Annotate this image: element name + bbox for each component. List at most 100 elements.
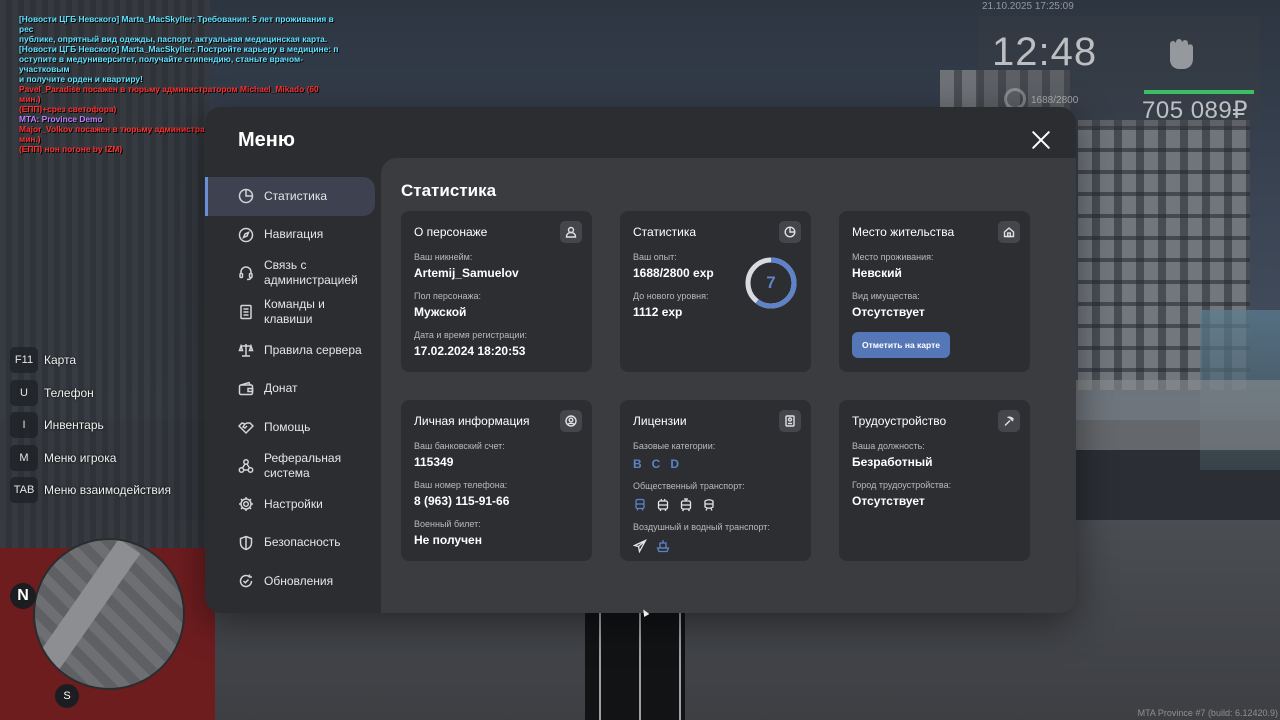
key-cap: F11	[10, 347, 38, 373]
key-cap: I	[10, 412, 38, 439]
minimap	[33, 538, 185, 690]
key-label: Карта	[44, 353, 77, 367]
hud-exp: 1688/2800	[1031, 95, 1079, 106]
nav-label: Обновления	[264, 573, 334, 588]
pickaxe-icon	[998, 410, 1020, 432]
key-hints: F11 Карта U Телефон I Инвентарь M Меню и…	[10, 347, 171, 510]
field-label: Место проживания:	[852, 252, 934, 262]
nav-item-contact-admin[interactable]: Связь с администрацией	[205, 254, 375, 293]
license-category: D	[670, 457, 680, 471]
build-info: MTA Province #7 (build: 6.12420.9)	[1137, 708, 1278, 718]
user-circle-icon	[560, 410, 582, 432]
id-card-icon	[779, 410, 801, 432]
field-value: Отсутствует	[852, 494, 925, 508]
card-residence: Место жительства Место проживания: Невск…	[839, 211, 1030, 372]
nav-item-statistics[interactable]: Статистика	[205, 177, 375, 216]
nav-item-donate[interactable]: Донат	[205, 370, 375, 409]
sidewalk	[1076, 380, 1280, 450]
hud-money: 705 089₽	[1142, 97, 1249, 124]
chat-line: оступите в медуниверситет, получайте сти…	[19, 54, 304, 74]
field-label: Вид имущества:	[852, 291, 920, 301]
nav-item-rules[interactable]: Правила сервера	[205, 331, 375, 370]
nav-item-referral[interactable]: Реферальная система	[205, 447, 375, 486]
key-cap: U	[10, 379, 38, 406]
nav-label: Настройки	[264, 496, 323, 511]
base-categories: B C D	[633, 457, 798, 471]
card-statistics: Статистика Ваш опыт: 1688/2800 exp До но…	[620, 211, 811, 372]
nav-item-security[interactable]: Безопасность	[205, 524, 375, 563]
field-value: 17.02.2024 18:20:53	[414, 344, 526, 358]
metro-icon	[702, 498, 716, 512]
hud-date: 21.10.2025 17:25:09	[982, 1, 1074, 12]
level-progress-ring: 7	[744, 256, 798, 310]
nav-label: Донат	[264, 381, 298, 396]
close-icon[interactable]	[1031, 130, 1051, 150]
public-transport-licenses	[633, 498, 798, 512]
mark-on-map-button[interactable]: Отметить на карте	[852, 332, 950, 358]
field-label: Пол персонажа:	[414, 291, 482, 301]
license-category: C	[651, 457, 661, 471]
field-label: Базовые категории:	[633, 441, 716, 451]
nav-item-settings[interactable]: Настройки	[205, 485, 375, 524]
field-value: Artemij_Samuelov	[414, 266, 519, 280]
card-personal-info: Личная информация Ваш банковский счет: 1…	[401, 400, 592, 561]
network-icon	[238, 458, 254, 474]
nav-label: Реферальная система	[264, 450, 342, 480]
wallet-icon	[238, 381, 254, 397]
nav-label: Помощь	[264, 419, 311, 434]
health-bar	[1144, 90, 1254, 94]
chat-line: и получите орден и квартиру!	[19, 74, 143, 84]
south-marker: S	[55, 684, 79, 708]
key-hint-player-menu: M Меню игрока	[10, 444, 171, 471]
headset-icon	[238, 265, 254, 281]
nav-item-commands[interactable]: Команды и клавиши	[205, 293, 375, 332]
license-category: B	[633, 457, 642, 471]
card-title: Место жительства	[852, 225, 955, 239]
chat-line: публике, опрятный вид одежды, паспорт, а…	[19, 34, 328, 44]
field-value: Не получен	[414, 533, 482, 547]
field-value: Невский	[852, 266, 902, 280]
field-label: Военный билет:	[414, 519, 481, 529]
key-hint-inventory: I Инвентарь	[10, 412, 171, 439]
card-title: Личная информация	[414, 414, 530, 428]
hud-time: 12:48	[992, 30, 1098, 74]
chat-line: [Новости ЦГБ Невского] Marta_MacSkyller:…	[19, 14, 334, 34]
bus-icon	[633, 498, 647, 512]
refresh-check-icon	[238, 573, 254, 589]
nav-item-help[interactable]: Помощь	[205, 408, 375, 447]
pie-chart-icon	[238, 188, 254, 204]
compass-icon	[238, 227, 254, 243]
key-hint-interaction-menu: TAB Меню взаимодействия	[10, 477, 171, 504]
gear-icon	[238, 496, 254, 512]
plane-icon	[633, 539, 647, 553]
tram-icon	[679, 498, 693, 512]
field-label: Ваш номер телефона:	[414, 480, 508, 490]
field-label: Воздушный и водный транспорт:	[633, 522, 770, 532]
field-label: Общественный транспорт:	[633, 481, 745, 491]
key-cap: TAB	[10, 477, 38, 504]
menu-title: Меню	[238, 129, 295, 151]
nav-item-navigation[interactable]: Навигация	[205, 216, 375, 255]
field-label: Ваша должность:	[852, 441, 925, 451]
field-label: Ваш банковский счет:	[414, 441, 505, 451]
key-hint-phone: U Телефон	[10, 379, 171, 406]
handshake-icon	[238, 419, 254, 435]
menu-sidebar: Статистика Навигация Связь с администрац…	[205, 177, 381, 601]
fist-icon	[1160, 34, 1200, 74]
level-number: 7	[766, 273, 776, 292]
key-hint-map: F11 Карта	[10, 347, 171, 373]
nav-label: Навигация	[264, 227, 324, 242]
scales-icon	[238, 342, 254, 358]
card-title: О персонаже	[414, 225, 488, 239]
field-label: Город трудоустройства:	[852, 480, 952, 490]
nav-item-updates[interactable]: Обновления	[205, 562, 375, 601]
field-value: 115349	[414, 455, 454, 469]
player-character	[585, 612, 685, 720]
nav-label: Статистика	[264, 188, 328, 203]
card-title: Статистика	[633, 225, 697, 239]
north-marker: N	[10, 583, 36, 609]
boat-icon	[656, 539, 670, 553]
card-character: О персонаже Ваш никнейм: Artemij_Samuelo…	[401, 211, 592, 372]
card-title: Лицензии	[633, 414, 687, 428]
card-employment: Трудоустройство Ваша должность: Безработ…	[839, 400, 1030, 561]
